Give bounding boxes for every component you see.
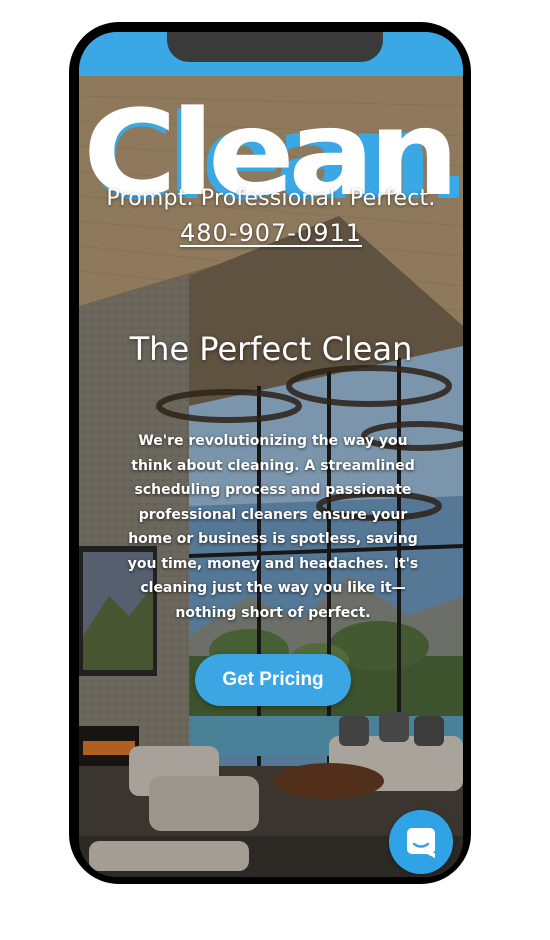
get-pricing-button[interactable]: Get Pricing <box>195 654 351 706</box>
hero-title: The Perfect Clean <box>129 330 413 368</box>
chat-bubble-icon <box>407 828 435 858</box>
hero-description: We're revolutionizing the way you think … <box>127 433 419 621</box>
tagline: Prompt. Professional. Perfect. <box>106 186 436 211</box>
phone-notch <box>167 32 383 62</box>
chat-widget-button[interactable] <box>389 810 453 874</box>
phone-number-link[interactable]: 480-907-0911 <box>79 219 463 247</box>
phone-screen: Clean. Clean Prompt. Professional. Perfe… <box>79 32 463 877</box>
